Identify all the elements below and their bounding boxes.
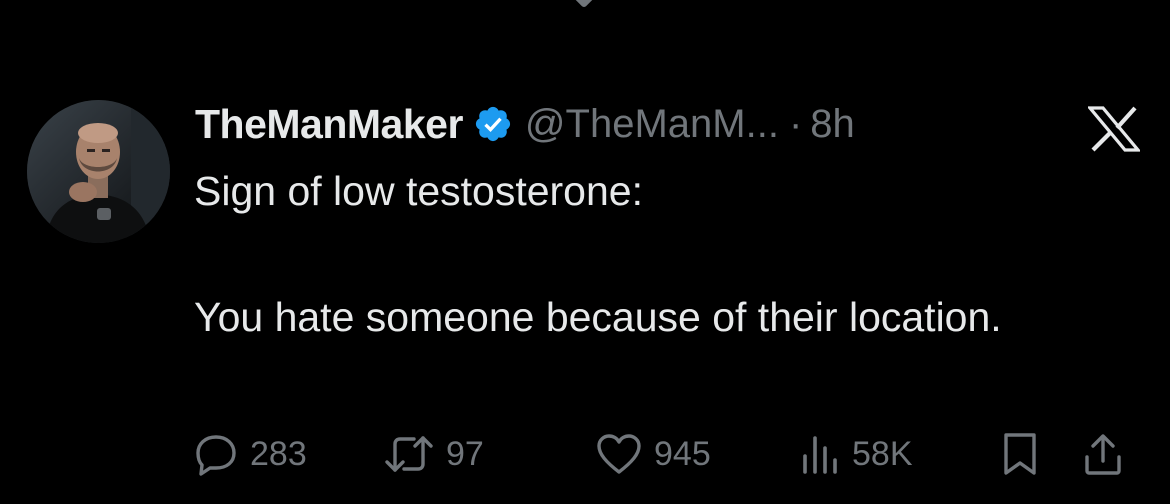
share-icon [1085, 434, 1121, 475]
user-handle[interactable]: @TheManM... [525, 102, 779, 147]
heart-icon [597, 434, 641, 474]
repost-icon [385, 436, 433, 472]
views-button[interactable]: 58K [800, 426, 913, 482]
bookmark-button[interactable] [1000, 426, 1040, 482]
repost-count: 97 [446, 434, 484, 473]
like-button[interactable]: 945 [596, 426, 711, 482]
reply-button[interactable]: 283 [194, 426, 307, 482]
reply-count: 283 [250, 434, 307, 473]
tweet-actions: 283 97 945 58K [194, 426, 1139, 482]
share-button[interactable] [1082, 426, 1124, 482]
verified-badge-icon[interactable] [473, 104, 513, 144]
tweet-header: TheManMaker @TheManM... · 8h [195, 96, 855, 152]
repost-button[interactable]: 97 [384, 426, 484, 482]
bookmark-icon [1004, 433, 1036, 475]
x-logo-icon [1086, 106, 1142, 152]
timestamp[interactable]: 8h [810, 102, 855, 147]
separator-dot: · [788, 101, 803, 146]
views-chart-icon [803, 436, 837, 474]
chevron-down-icon[interactable] [566, 0, 602, 14]
avatar[interactable] [27, 100, 170, 243]
reply-icon [196, 435, 236, 476]
tweet-text: Sign of low testosterone: You hate someo… [194, 168, 1002, 340]
display-name[interactable]: TheManMaker [195, 101, 463, 148]
view-count: 58K [852, 434, 913, 473]
like-count: 945 [654, 434, 711, 473]
